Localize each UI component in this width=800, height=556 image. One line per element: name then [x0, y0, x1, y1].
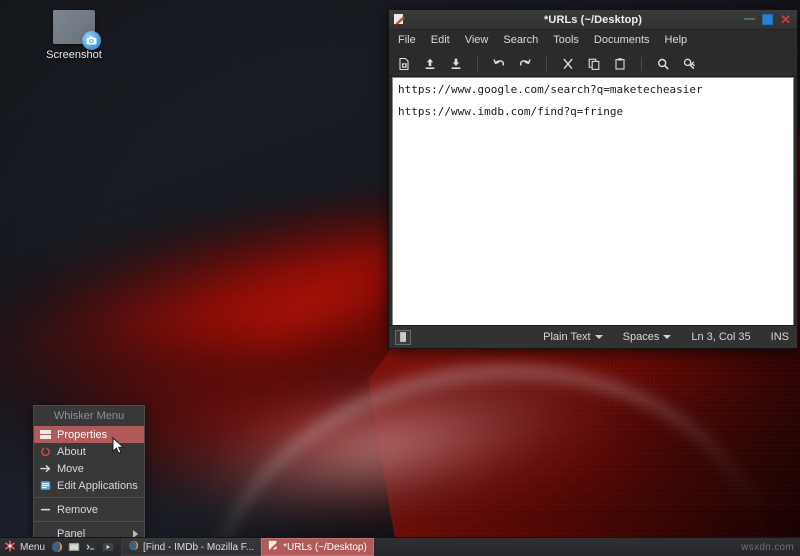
context-menu-header: Whisker Menu — [53, 410, 125, 422]
context-menu-item-properties[interactable]: Properties — [34, 426, 144, 443]
side-panel-toggle-icon[interactable] — [395, 329, 411, 345]
firefox-window-icon — [128, 540, 139, 554]
minimize-icon[interactable]: — — [744, 14, 755, 25]
gedit-window-icon — [268, 540, 279, 554]
menu-item-file[interactable]: File — [398, 34, 416, 46]
menu-bar: File Edit View Search Tools Documents He… — [389, 30, 797, 51]
whisker-menu-label: Menu — [20, 541, 46, 553]
whisker-menu-icon — [4, 540, 16, 555]
chevron-down-icon — [663, 335, 672, 339]
move-arrow-icon — [40, 463, 51, 474]
new-document-icon[interactable] — [396, 56, 412, 72]
window-titlebar[interactable]: *URLs (~/Desktop) — ✕ — [389, 10, 797, 30]
menu-item-edit[interactable]: Edit — [431, 34, 450, 46]
toolbar-separator — [641, 56, 642, 71]
taskbar-launchers — [51, 541, 121, 553]
menu-item-tools[interactable]: Tools — [553, 34, 579, 46]
cut-icon[interactable] — [560, 56, 576, 72]
document-line: https://www.imdb.com/find?q=fringe — [398, 105, 624, 118]
properties-bars-icon — [40, 429, 51, 440]
file-manager-launcher-icon[interactable] — [68, 541, 80, 553]
find-icon[interactable] — [655, 56, 671, 72]
screenshot-thumbnail-icon — [53, 10, 101, 50]
language-label: Plain Text — [543, 331, 591, 343]
context-menu-item-label: Remove — [57, 503, 98, 516]
panel-context-menu[interactable]: Whisker Menu Properties About Move Edit … — [33, 405, 145, 545]
context-menu-separator — [34, 521, 144, 522]
show-desktop-launcher-icon[interactable] — [102, 541, 114, 553]
chevron-down-icon — [594, 335, 603, 339]
desktop-icon-label: Screenshot — [46, 49, 102, 61]
open-document-icon[interactable] — [422, 56, 438, 72]
mouse-cursor — [112, 436, 125, 461]
editor-toolbar — [389, 51, 797, 77]
menu-item-search[interactable]: Search — [503, 34, 538, 46]
cursor-position: Ln 3, Col 35 — [691, 331, 750, 343]
desktop-icon-screenshot[interactable]: Screenshot — [31, 10, 117, 61]
taskbar-window-label: *URLs (~/Desktop) — [283, 541, 367, 553]
copy-icon[interactable] — [586, 56, 602, 72]
text-editor-area[interactable]: https://www.google.com/search?q=maketech… — [392, 77, 794, 325]
toolbar-separator — [477, 56, 478, 71]
gedit-icon — [393, 13, 406, 26]
about-circle-icon — [40, 446, 51, 457]
language-selector[interactable]: Plain Text — [543, 331, 603, 343]
camera-badge-icon — [82, 31, 101, 50]
remove-minus-icon — [40, 504, 51, 515]
taskbar-window-firefox[interactable]: [Find - IMDb - Mozilla F... — [121, 538, 262, 556]
cursor-position-label: Ln 3, Col 35 — [691, 331, 751, 343]
watermark: wsxdn.com — [741, 541, 794, 553]
whisker-menu-button[interactable]: Menu — [0, 540, 51, 555]
indent-selector[interactable]: Spaces — [623, 331, 672, 343]
document-line: https://www.google.com/search?q=maketech… — [398, 83, 703, 96]
window-title: *URLs (~/Desktop) — [544, 13, 642, 26]
menu-item-documents[interactable]: Documents — [594, 34, 650, 46]
insert-mode-label: INS — [770, 331, 789, 343]
paste-icon[interactable] — [612, 56, 628, 72]
editor-statusbar: Plain Text Spaces Ln 3, Col 35 INS — [389, 325, 797, 348]
context-menu-item-label: Move — [57, 462, 84, 475]
context-menu-item-remove[interactable]: Remove — [34, 501, 144, 518]
maximize-icon[interactable] — [762, 14, 774, 25]
terminal-launcher-icon[interactable] — [85, 541, 97, 553]
toolbar-separator — [546, 56, 547, 71]
close-icon[interactable]: ✕ — [780, 13, 791, 26]
context-menu-item-label: Edit Applications — [57, 479, 138, 492]
undo-icon[interactable] — [491, 56, 507, 72]
context-menu-item-label: About — [57, 445, 86, 458]
insert-mode[interactable]: INS — [771, 331, 789, 343]
redo-icon[interactable] — [517, 56, 533, 72]
firefox-launcher-icon[interactable] — [51, 541, 63, 553]
menu-item-help[interactable]: Help — [665, 34, 688, 46]
edit-applications-icon — [40, 480, 51, 491]
desktop-screen: Screenshot *URLs (~/Desktop) — ✕ File Ed… — [0, 0, 800, 556]
menu-item-view[interactable]: View — [465, 34, 489, 46]
replace-icon[interactable] — [681, 56, 697, 72]
context-menu-separator — [34, 497, 144, 498]
context-menu-item-label: Properties — [57, 428, 108, 441]
indent-label: Spaces — [622, 331, 660, 343]
context-menu-item-about[interactable]: About — [34, 443, 144, 460]
taskbar: Menu [Find - IMDb - Mozilla F... *URLs (… — [0, 537, 800, 556]
window-controls: — ✕ — [744, 13, 791, 26]
context-menu-item-edit-applications[interactable]: Edit Applications — [34, 477, 144, 494]
text-editor-window[interactable]: *URLs (~/Desktop) — ✕ File Edit View Sea… — [388, 9, 798, 349]
save-document-icon[interactable] — [448, 56, 464, 72]
taskbar-window-urls[interactable]: *URLs (~/Desktop) — [261, 538, 374, 556]
context-menu-item-move[interactable]: Move — [34, 460, 144, 477]
taskbar-window-label: [Find - IMDb - Mozilla F... — [143, 541, 255, 553]
